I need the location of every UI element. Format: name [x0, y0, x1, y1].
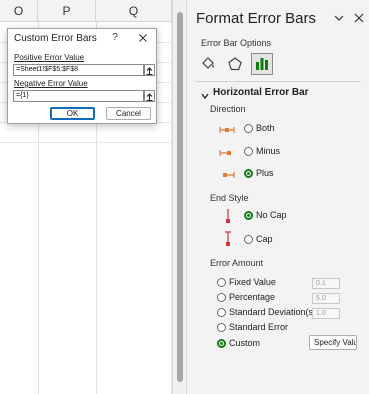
custom-label[interactable]: Custom [229, 338, 260, 348]
direction-minus-label[interactable]: Minus [256, 146, 280, 156]
both-direction-icon [219, 124, 235, 138]
plus-direction-icon [219, 169, 235, 183]
negative-error-input[interactable]: ={1} [13, 90, 144, 102]
standard-deviation-radio[interactable] [217, 308, 226, 317]
cancel-button[interactable]: Cancel [106, 107, 151, 120]
section-label: Error Bar Options [201, 38, 272, 48]
no-cap-label[interactable]: No Cap [256, 210, 287, 220]
scrollbar-thumb[interactable] [177, 12, 183, 382]
column-header-row: O P Q [0, 0, 172, 22]
column-header-o[interactable]: O [0, 0, 38, 22]
ok-button[interactable]: OK [50, 107, 95, 120]
pentagon-icon[interactable] [224, 53, 246, 75]
fixed-value-input[interactable]: 0.1 [312, 278, 340, 289]
direction-minus-radio[interactable] [244, 147, 253, 156]
minus-direction-icon [219, 147, 235, 161]
column-header-q[interactable]: Q [96, 0, 172, 22]
chevron-down-icon[interactable] [333, 12, 345, 24]
end-style-label: End Style [210, 193, 249, 203]
fixed-value-radio[interactable] [217, 278, 226, 287]
collapse-dialog-button[interactable] [144, 90, 155, 102]
no-cap-icon [223, 208, 233, 227]
percentage-radio[interactable] [217, 293, 226, 302]
standard-deviation-input[interactable]: 1.0 [312, 308, 340, 319]
standard-error-radio[interactable] [217, 323, 226, 332]
direction-label: Direction [210, 104, 246, 114]
cap-label[interactable]: Cap [256, 234, 273, 244]
standard-deviation-label[interactable]: Standard Deviation(s) [229, 307, 316, 317]
negative-error-label: Negative Error Value [14, 79, 88, 88]
custom-error-bars-dialog: Custom Error Bars ? Positive Error Value… [7, 28, 157, 124]
positive-error-label: Positive Error Value [14, 53, 84, 62]
close-icon[interactable] [136, 31, 150, 45]
positive-error-input[interactable]: =Sheet1!$F$5:$F$8 [13, 64, 144, 76]
direction-plus-label[interactable]: Plus [256, 168, 274, 178]
error-amount-label: Error Amount [210, 258, 264, 268]
percentage-label[interactable]: Percentage [229, 292, 275, 302]
caret-down-icon[interactable] [201, 89, 209, 100]
standard-error-label[interactable]: Standard Error [229, 322, 288, 332]
direction-both-radio[interactable] [244, 124, 253, 133]
pane-title: Format Error Bars [196, 10, 317, 27]
bar-chart-icon[interactable] [251, 53, 273, 75]
collapse-dialog-button[interactable] [144, 64, 155, 76]
group-header[interactable]: Horizontal Error Bar [213, 87, 309, 98]
positive-error-label-text: Positive Error Value [14, 53, 85, 62]
cap-icon [223, 231, 233, 250]
column-header-p[interactable]: P [38, 0, 96, 22]
pane-scroll-area [364, 352, 369, 394]
dialog-title: Custom Error Bars [14, 33, 97, 44]
cap-radio[interactable] [244, 235, 253, 244]
format-error-bars-pane: Format Error Bars Error Bar Options Hori… [186, 0, 369, 394]
help-button[interactable]: ? [109, 32, 121, 43]
close-icon[interactable] [353, 12, 365, 24]
gridline [0, 142, 172, 143]
vertical-scrollbar[interactable] [172, 0, 186, 394]
negative-error-label-text: Negative Error Value [14, 79, 88, 88]
no-cap-radio[interactable] [244, 211, 253, 220]
percentage-input[interactable]: 5.0 [312, 293, 340, 304]
specify-value-button[interactable]: Specify Value [309, 335, 357, 350]
paint-bucket-icon[interactable] [197, 53, 219, 75]
fixed-value-label[interactable]: Fixed Value [229, 277, 276, 287]
direction-plus-radio[interactable] [244, 169, 253, 178]
custom-radio[interactable] [217, 339, 226, 348]
divider [195, 81, 361, 82]
direction-both-label[interactable]: Both [256, 123, 275, 133]
